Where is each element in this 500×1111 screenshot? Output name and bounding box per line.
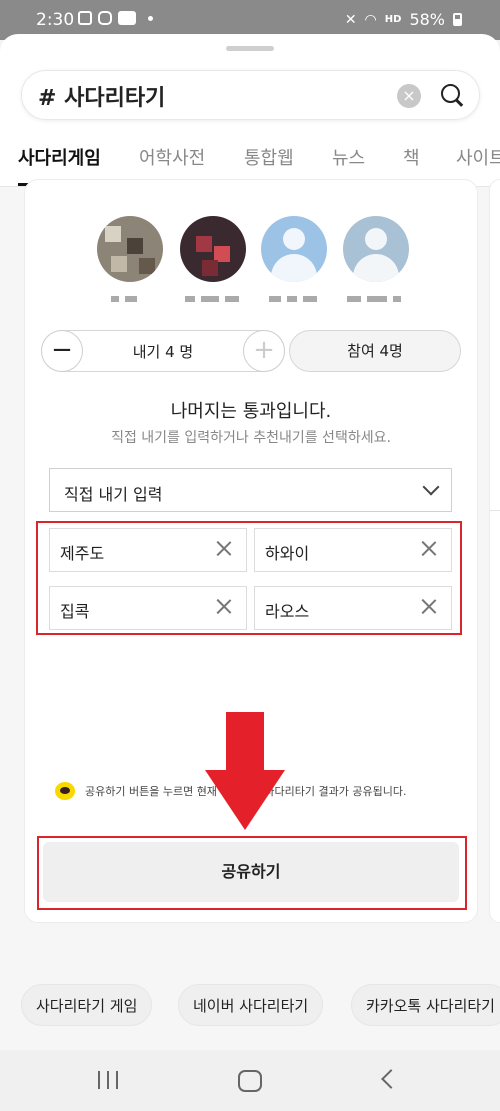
result-headline: 나머지는 통과입니다. <box>170 401 332 422</box>
close-icon[interactable] <box>421 540 437 556</box>
stake-item-label: 제주도 <box>60 544 105 563</box>
increase-button[interactable]: + <box>243 330 285 372</box>
next-card-peek[interactable] <box>489 179 500 923</box>
stake-stepper: − 내기 4 명 + <box>41 330 285 372</box>
avatar <box>97 216 163 282</box>
stake-item[interactable]: 제주도 <box>49 528 247 572</box>
blog-icon <box>118 11 136 25</box>
kakao-talk-icon <box>55 782 75 800</box>
gallery-icon <box>78 11 92 25</box>
ladder-game-card: − 내기 4 명 + 참여 4명 나머지는 통과입니다. 직접 내기를 입력하거… <box>24 179 478 923</box>
stake-item[interactable]: 라오스 <box>254 586 452 630</box>
chip-kakao-ladder[interactable]: 카카오톡 사다리타기 <box>351 984 500 1026</box>
tab-ladder-game[interactable]: 사다리게임 <box>18 144 101 186</box>
battery-percent: 58% <box>409 10 445 29</box>
avatar <box>261 216 327 282</box>
share-button[interactable]: 공유하기 <box>43 842 459 902</box>
participant-count-button[interactable]: 참여 4명 <box>289 330 461 372</box>
result-subline: 직접 내기를 입력하거나 추천내기를 선택하세요. <box>111 430 391 446</box>
battery-icon <box>453 13 462 26</box>
system-nav-bar <box>0 1050 500 1111</box>
tab-dictionary[interactable]: 어학사전 <box>139 144 205 170</box>
avatar-name <box>269 288 323 302</box>
clear-search-button[interactable]: × <box>397 84 421 108</box>
stake-input-dropdown[interactable]: 직접 내기 입력 <box>49 468 452 512</box>
home-icon[interactable] <box>238 1070 262 1092</box>
search-icon[interactable] <box>439 82 465 108</box>
related-search-chips: 사다리타기 게임 네이버 사다리타기 카카오톡 사다리타기 <box>21 984 500 1028</box>
stake-item[interactable]: 하와이 <box>254 528 452 572</box>
stake-item-label: 라오스 <box>265 602 310 621</box>
stake-item-label: 하와이 <box>265 544 310 563</box>
tab-books[interactable]: 책 <box>403 144 420 170</box>
stake-item-label: 집콕 <box>60 602 90 621</box>
avatar <box>180 216 246 282</box>
status-time: 2:30 <box>36 10 75 30</box>
stake-item[interactable]: 집콕 <box>49 586 247 630</box>
chevron-down-icon <box>422 478 440 496</box>
search-query[interactable]: # 사다리타기 <box>38 80 165 112</box>
tab-news[interactable]: 뉴스 <box>332 144 365 170</box>
instagram-icon <box>98 11 112 25</box>
notification-icons <box>78 11 153 25</box>
chip-ladder-game[interactable]: 사다리타기 게임 <box>21 984 153 1026</box>
close-icon[interactable] <box>216 598 232 614</box>
hd-voice-icon: HD <box>384 14 402 25</box>
more-notifications-icon <box>148 15 153 21</box>
red-arrow-annotation <box>205 712 285 832</box>
dropdown-value: 직접 내기 입력 <box>64 485 163 504</box>
recent-apps-icon[interactable] <box>98 1071 120 1089</box>
tab-sites[interactable]: 사이트 <box>456 144 500 170</box>
system-icons: ✕ ◠ HD 58% <box>345 10 462 29</box>
close-icon[interactable] <box>421 598 437 614</box>
avatar-name <box>111 288 143 302</box>
sheet-drag-handle[interactable] <box>226 46 274 51</box>
avatar <box>343 216 409 282</box>
avatar-name <box>347 288 407 302</box>
tab-integrated-web[interactable]: 통합웹 <box>244 144 294 170</box>
wifi-icon: ◠ <box>364 11 377 28</box>
mute-icon: ✕ <box>344 11 357 28</box>
search-bar[interactable]: # 사다리타기 × <box>21 70 480 120</box>
chip-naver-ladder[interactable]: 네이버 사다리타기 <box>178 984 324 1026</box>
avatar-name <box>185 288 245 302</box>
close-icon[interactable] <box>216 540 232 556</box>
back-icon[interactable] <box>381 1069 401 1089</box>
